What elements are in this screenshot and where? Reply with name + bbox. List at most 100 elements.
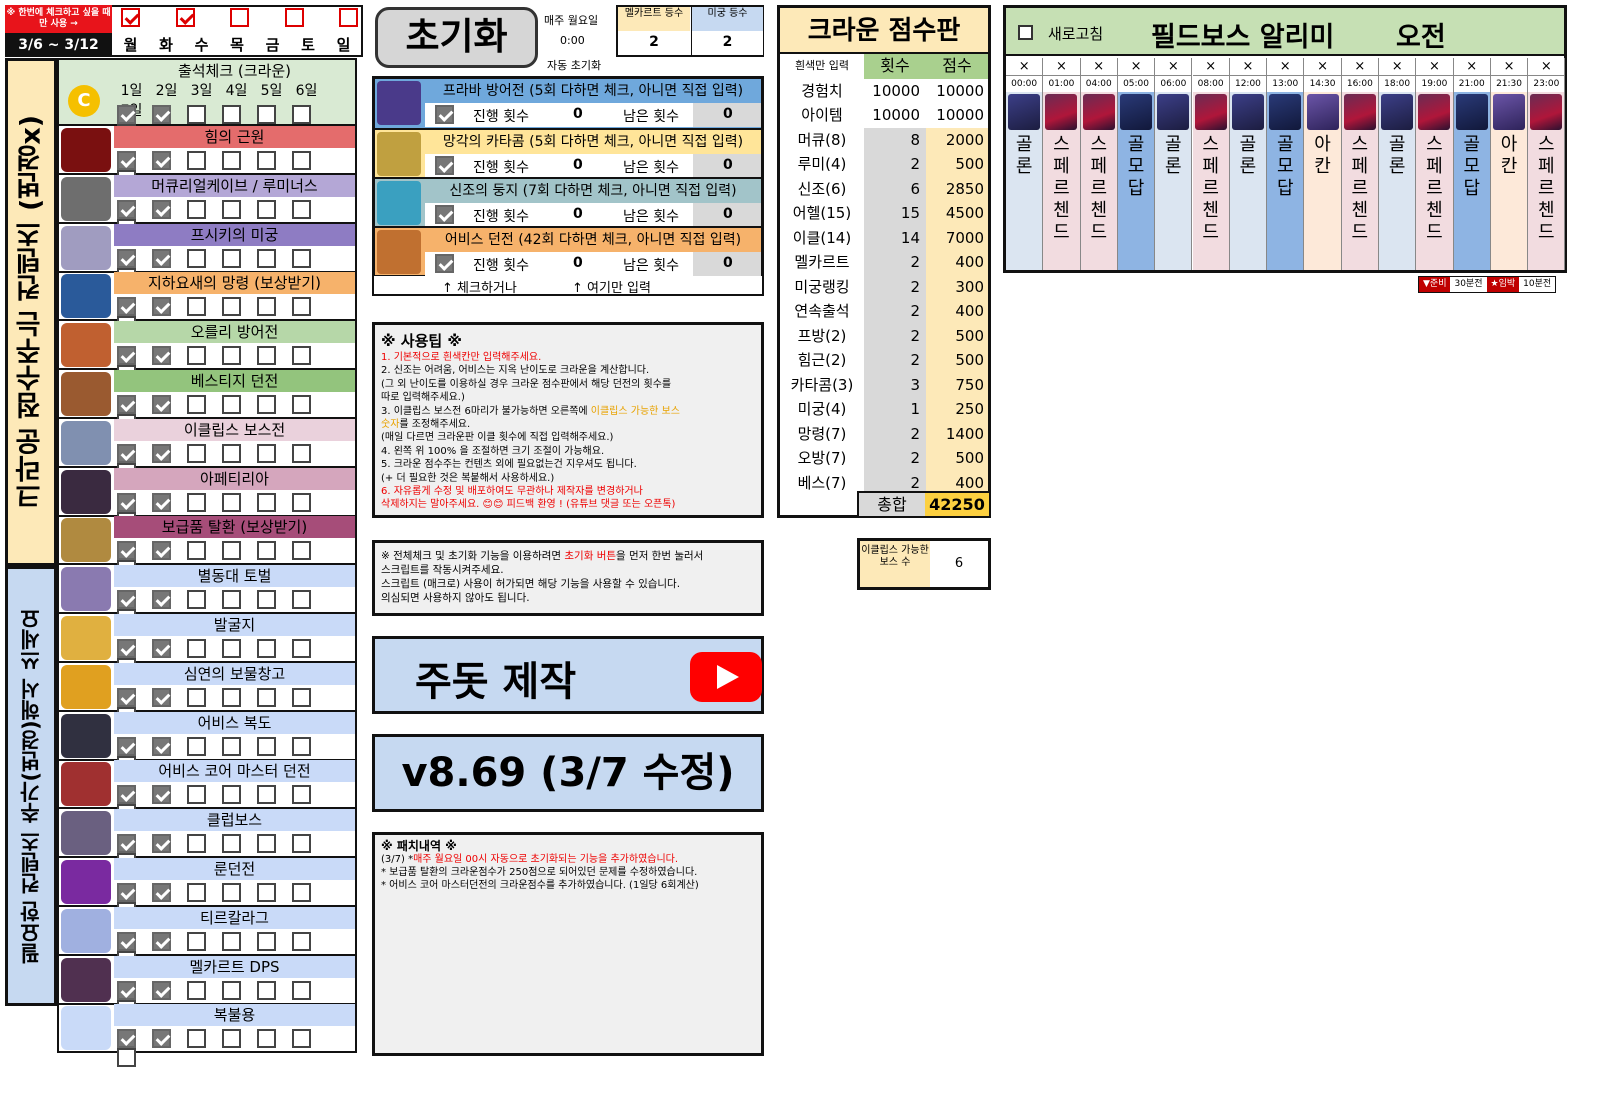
day-checkbox[interactable]: [257, 248, 276, 268]
attendance-checkbox[interactable]: [257, 105, 276, 124]
reset-button[interactable]: 초기화: [375, 7, 538, 68]
day-checkbox[interactable]: [152, 687, 171, 707]
day-checkbox[interactable]: [117, 883, 136, 902]
youtube-icon[interactable]: [690, 652, 762, 702]
day-checkbox[interactable]: [152, 541, 171, 561]
day-checkbox[interactable]: [117, 834, 136, 854]
day-checkbox[interactable]: [292, 151, 311, 170]
bulk-check-checkbox[interactable]: [339, 8, 358, 27]
day-checkbox[interactable]: [187, 492, 206, 512]
day-checkbox[interactable]: [222, 151, 241, 170]
bulk-check-checkbox[interactable]: [230, 8, 249, 27]
day-checkbox[interactable]: [117, 931, 136, 951]
day-checkbox[interactable]: [187, 395, 206, 414]
day-checkbox[interactable]: [187, 785, 206, 805]
eclipse-value-input[interactable]: 6: [930, 541, 988, 587]
day-checkbox[interactable]: [257, 199, 276, 219]
day-checkbox[interactable]: [187, 248, 206, 268]
boss-complete-checkbox[interactable]: [435, 254, 454, 273]
dismiss-x-icon[interactable]: ×: [1080, 58, 1117, 76]
day-checkbox[interactable]: [152, 297, 171, 317]
day-checkbox[interactable]: [292, 346, 311, 366]
day-checkbox[interactable]: [187, 834, 206, 854]
day-checkbox[interactable]: [152, 151, 171, 170]
day-checkbox[interactable]: [257, 980, 276, 1000]
day-checkbox[interactable]: [257, 785, 276, 805]
day-checkbox[interactable]: [292, 785, 311, 805]
day-checkbox[interactable]: [292, 492, 311, 512]
day-checkbox[interactable]: [222, 443, 241, 463]
day-checkbox[interactable]: [117, 1048, 136, 1068]
day-checkbox[interactable]: [187, 687, 206, 707]
day-checkbox[interactable]: [257, 834, 276, 854]
day-checkbox[interactable]: [117, 1029, 136, 1049]
crown-item-count[interactable]: 10000: [864, 78, 926, 103]
day-checkbox[interactable]: [187, 1029, 206, 1049]
day-checkbox[interactable]: [292, 980, 311, 1000]
day-checkbox[interactable]: [152, 346, 171, 366]
boss-complete-checkbox[interactable]: [435, 105, 454, 124]
day-checkbox[interactable]: [222, 639, 241, 658]
day-checkbox[interactable]: [152, 834, 171, 854]
progress-count-input[interactable]: 0: [573, 106, 583, 122]
attendance-checkbox[interactable]: [187, 105, 206, 124]
day-checkbox[interactable]: [152, 736, 171, 756]
day-checkbox[interactable]: [292, 931, 311, 951]
dismiss-x-icon[interactable]: ×: [1453, 58, 1490, 76]
day-checkbox[interactable]: [117, 785, 136, 805]
day-checkbox[interactable]: [257, 883, 276, 902]
day-checkbox[interactable]: [152, 931, 171, 951]
day-checkbox[interactable]: [187, 590, 206, 610]
day-checkbox[interactable]: [187, 980, 206, 1000]
day-checkbox[interactable]: [152, 590, 171, 610]
dismiss-x-icon[interactable]: ×: [1379, 58, 1416, 76]
dismiss-x-icon[interactable]: ×: [1304, 58, 1341, 76]
rank-counter-value[interactable]: 2: [692, 31, 763, 55]
rank-counter-value[interactable]: 2: [618, 31, 690, 55]
day-checkbox[interactable]: [187, 297, 206, 317]
day-checkbox[interactable]: [152, 443, 171, 463]
attendance-checkbox[interactable]: [222, 105, 241, 124]
dismiss-x-icon[interactable]: ×: [1006, 58, 1043, 76]
day-checkbox[interactable]: [292, 590, 311, 610]
day-checkbox[interactable]: [117, 248, 136, 268]
day-checkbox[interactable]: [117, 590, 136, 610]
day-checkbox[interactable]: [222, 980, 241, 1000]
day-checkbox[interactable]: [222, 199, 241, 219]
day-checkbox[interactable]: [187, 151, 206, 170]
day-checkbox[interactable]: [117, 492, 136, 512]
day-checkbox[interactable]: [257, 687, 276, 707]
day-checkbox[interactable]: [222, 248, 241, 268]
attendance-checkbox[interactable]: [117, 105, 136, 124]
day-checkbox[interactable]: [222, 346, 241, 366]
day-checkbox[interactable]: [257, 346, 276, 366]
day-checkbox[interactable]: [257, 736, 276, 756]
day-checkbox[interactable]: [117, 980, 136, 1000]
day-checkbox[interactable]: [187, 931, 206, 951]
day-checkbox[interactable]: [187, 736, 206, 756]
day-checkbox[interactable]: [292, 687, 311, 707]
dismiss-x-icon[interactable]: ×: [1267, 58, 1304, 76]
day-checkbox[interactable]: [292, 639, 311, 658]
day-checkbox[interactable]: [222, 395, 241, 414]
day-checkbox[interactable]: [117, 639, 136, 658]
day-checkbox[interactable]: [257, 151, 276, 170]
day-checkbox[interactable]: [222, 492, 241, 512]
day-checkbox[interactable]: [152, 785, 171, 805]
day-checkbox[interactable]: [292, 443, 311, 463]
dismiss-x-icon[interactable]: ×: [1490, 58, 1528, 76]
bulk-check-checkbox[interactable]: [121, 8, 140, 27]
progress-count-input[interactable]: 0: [573, 255, 583, 271]
day-checkbox[interactable]: [292, 395, 311, 414]
day-checkbox[interactable]: [222, 687, 241, 707]
day-checkbox[interactable]: [257, 590, 276, 610]
bulk-check-checkbox[interactable]: [175, 8, 195, 27]
day-checkbox[interactable]: [187, 443, 206, 463]
dismiss-x-icon[interactable]: ×: [1117, 58, 1155, 76]
day-checkbox[interactable]: [152, 395, 171, 414]
day-checkbox[interactable]: [187, 541, 206, 561]
attendance-checkbox[interactable]: [152, 105, 171, 124]
day-checkbox[interactable]: [222, 590, 241, 610]
day-checkbox[interactable]: [292, 297, 311, 317]
day-checkbox[interactable]: [222, 883, 241, 902]
